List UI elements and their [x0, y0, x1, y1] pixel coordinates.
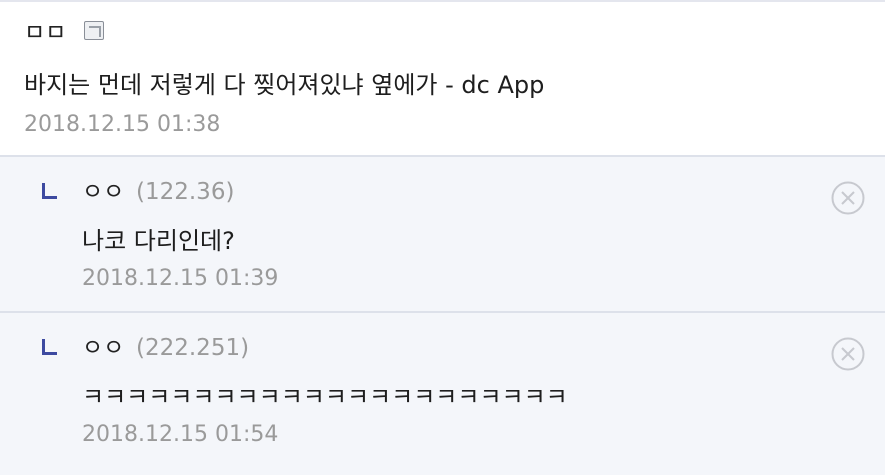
reply-author[interactable]: ㅇㅇ [82, 177, 124, 207]
reply-item: ㅇㅇ (222.251) ㅋㅋㅋㅋㅋㅋㅋㅋㅋㅋㅋㅋㅋㅋㅋㅋㅋㅋㅋㅋㅋㅋ 2018… [0, 311, 885, 475]
delete-reply-button[interactable] [831, 337, 865, 371]
reply-author[interactable]: ㅇㅇ [82, 333, 124, 363]
reply-ip: (222.251) [136, 335, 250, 361]
delete-reply-button[interactable] [831, 181, 865, 215]
close-circle-icon [831, 181, 865, 215]
reply-arrow-icon [42, 183, 57, 199]
reply-arrow-icon [42, 339, 57, 355]
comment-thread: ㅁㅁ 바지는 먼데 저렇게 다 찢어져있냐 옆에가 - dc App 2018.… [0, 0, 885, 475]
comment-item: ㅁㅁ 바지는 먼데 저렇게 다 찢어져있냐 옆에가 - dc App 2018.… [0, 2, 885, 156]
reply-item: ㅇㅇ (122.36) 나코 다리인데? 2018.12.15 01:39 [0, 155, 885, 312]
reply-text: ㅋㅋㅋㅋㅋㅋㅋㅋㅋㅋㅋㅋㅋㅋㅋㅋㅋㅋㅋㅋㅋㅋ [82, 383, 568, 411]
reply-date: 2018.12.15 01:39 [82, 266, 279, 291]
reply-text: 나코 다리인데? [82, 227, 235, 255]
close-circle-icon [831, 337, 865, 371]
comment-date: 2018.12.15 01:38 [24, 112, 221, 137]
gallog-icon[interactable] [84, 21, 104, 40]
reply-date: 2018.12.15 01:54 [82, 422, 279, 447]
comment-author[interactable]: ㅁㅁ [24, 18, 66, 48]
reply-ip: (122.36) [136, 179, 235, 205]
comment-text: 바지는 먼데 저렇게 다 찢어져있냐 옆에가 - dc App [24, 71, 545, 99]
